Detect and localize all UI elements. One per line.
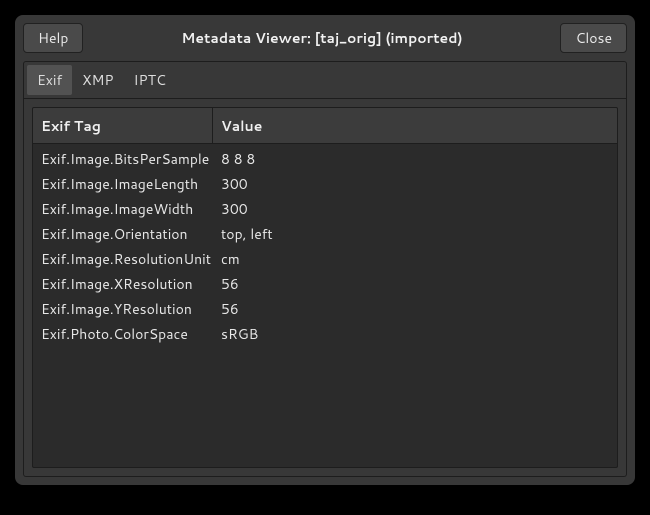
cell-tag: Exif.Image.ImageWidth: [33, 199, 213, 219]
cell-value: cm: [213, 249, 617, 269]
cell-tag: Exif.Image.BitsPerSample: [33, 149, 213, 169]
window-title: Metadata Viewer: [taj_orig] (imported): [83, 28, 560, 48]
metadata-viewer-window: Help Metadata Viewer: [taj_orig] (import…: [15, 15, 635, 485]
table-body[interactable]: Exif.Image.BitsPerSample8 8 8Exif.Image.…: [33, 144, 617, 467]
help-button[interactable]: Help: [23, 23, 83, 53]
table-row[interactable]: Exif.Image.BitsPerSample8 8 8: [33, 146, 617, 171]
cell-value: top, left: [213, 224, 617, 244]
titlebar: Help Metadata Viewer: [taj_orig] (import…: [15, 15, 635, 61]
table-row[interactable]: Exif.Image.XResolution56: [33, 271, 617, 296]
table-row[interactable]: Exif.Image.YResolution56: [33, 296, 617, 321]
close-button[interactable]: Close: [560, 23, 627, 53]
column-header-value[interactable]: Value: [213, 116, 617, 136]
tab-panel: Exif Tag Value Exif.Image.BitsPerSample8…: [23, 99, 627, 477]
table-row[interactable]: Exif.Image.ResolutionUnitcm: [33, 246, 617, 271]
table-row[interactable]: Exif.Photo.ColorSpacesRGB: [33, 321, 617, 346]
metadata-table: Exif Tag Value Exif.Image.BitsPerSample8…: [32, 107, 618, 468]
table-row[interactable]: Exif.Image.Orientationtop, left: [33, 221, 617, 246]
content-area: Exif XMP IPTC Exif Tag Value Exif.Image.…: [15, 61, 635, 485]
cell-tag: Exif.Image.Orientation: [33, 224, 213, 244]
tab-row: Exif XMP IPTC: [23, 61, 627, 99]
cell-value: sRGB: [213, 324, 617, 344]
cell-value: 56: [213, 299, 617, 319]
tab-iptc[interactable]: IPTC: [124, 65, 176, 95]
cell-value: 300: [213, 174, 617, 194]
cell-value: 300: [213, 199, 617, 219]
cell-value: 8 8 8: [213, 149, 617, 169]
cell-tag: Exif.Image.YResolution: [33, 299, 213, 319]
cell-tag: Exif.Image.ImageLength: [33, 174, 213, 194]
cell-tag: Exif.Image.XResolution: [33, 274, 213, 294]
table-row[interactable]: Exif.Image.ImageLength300: [33, 171, 617, 196]
column-header-tag[interactable]: Exif Tag: [33, 108, 213, 143]
cell-value: 56: [213, 274, 617, 294]
cell-tag: Exif.Photo.ColorSpace: [33, 324, 213, 344]
table-header: Exif Tag Value: [33, 108, 617, 144]
cell-tag: Exif.Image.ResolutionUnit: [33, 249, 213, 269]
table-row[interactable]: Exif.Image.ImageWidth300: [33, 196, 617, 221]
tab-exif[interactable]: Exif: [27, 65, 72, 95]
tab-xmp[interactable]: XMP: [72, 65, 123, 95]
